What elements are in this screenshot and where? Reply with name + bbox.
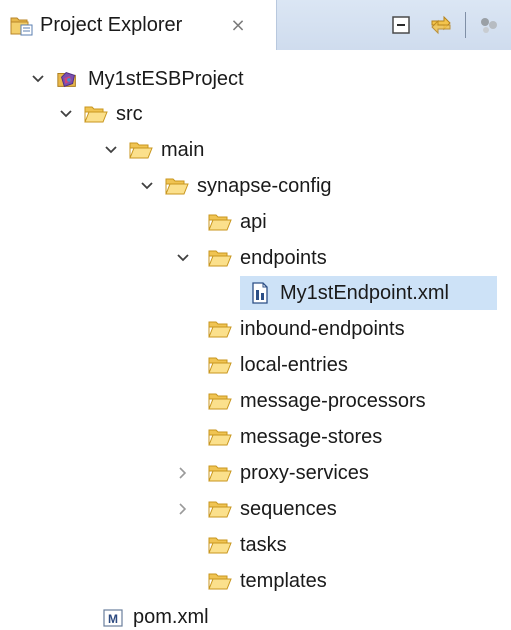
folder-open-icon: [208, 534, 232, 556]
folder-open-icon: [208, 426, 232, 448]
folder-open-icon: [84, 103, 108, 125]
folder-open-icon: [208, 247, 232, 269]
chevron-right-icon[interactable]: [173, 463, 193, 483]
chevron-right-icon[interactable]: [173, 499, 193, 519]
tree-item-message-processors[interactable]: message-processors: [208, 384, 426, 418]
tree-item-synapse-config[interactable]: synapse-config: [137, 169, 332, 203]
tree-item-templates[interactable]: templates: [208, 564, 327, 598]
tree-item-endpoints[interactable]: endpoints: [173, 241, 327, 275]
tree-item-sequences[interactable]: sequences: [173, 492, 337, 526]
folder-open-icon: [208, 390, 232, 412]
folder-open-icon: [208, 462, 232, 484]
tree-item-tasks[interactable]: tasks: [208, 528, 287, 562]
tree-item-label: src: [116, 103, 143, 125]
tab-project-explorer[interactable]: Project Explorer ⨯: [0, 0, 276, 50]
tree-item-my1stendpoint-xml[interactable]: My1stEndpoint.xml: [240, 276, 497, 310]
folder-open-icon: [208, 354, 232, 376]
tree-item-label: My1stESBProject: [88, 68, 244, 90]
collapse-all-icon[interactable]: [387, 11, 415, 39]
tree-item-label: message-processors: [240, 390, 426, 412]
tree-item-label: message-stores: [240, 426, 383, 448]
tree-item-src[interactable]: src: [56, 97, 143, 131]
tree-item-label: local-entries: [240, 354, 348, 376]
tree-item-message-stores[interactable]: message-stores: [208, 420, 382, 454]
tree-item-label: endpoints: [240, 247, 327, 269]
tree-item-project[interactable]: My1stESBProject: [28, 62, 244, 96]
tree-item-api[interactable]: api: [208, 205, 267, 239]
tree-item-pom-xml[interactable]: M pom.xml: [101, 600, 209, 630]
link-with-editor-icon[interactable]: [427, 11, 455, 39]
folder-open-icon: [129, 139, 153, 161]
tree-item-label: inbound-endpoints: [240, 318, 405, 340]
tree-item-inbound-endpoints[interactable]: inbound-endpoints: [208, 312, 405, 346]
tree-item-label: My1stEndpoint.xml: [280, 282, 449, 304]
view-menu-icon[interactable]: [477, 11, 511, 39]
endpoint-file-icon: [248, 282, 272, 304]
esb-project-icon: [56, 68, 80, 90]
tree-item-label: templates: [240, 570, 327, 592]
close-icon[interactable]: ⨯: [226, 12, 250, 38]
view-toolbar: [276, 0, 511, 50]
view-title: Project Explorer: [40, 14, 183, 36]
chevron-down-icon[interactable]: [173, 248, 193, 268]
chevron-down-icon[interactable]: [137, 176, 157, 196]
tree-item-label: pom.xml: [133, 606, 209, 628]
tree-item-label: main: [161, 139, 205, 161]
folder-open-icon: [208, 318, 232, 340]
tree-item-proxy-services[interactable]: proxy-services: [173, 456, 369, 490]
folder-open-icon: [165, 175, 189, 197]
toolbar-separator: [465, 12, 466, 38]
project-explorer-icon: [10, 15, 34, 37]
svg-text:M: M: [108, 612, 118, 626]
tree-item-label: tasks: [240, 534, 287, 556]
tree-item-local-entries[interactable]: local-entries: [208, 348, 348, 382]
folder-open-icon: [208, 211, 232, 233]
chevron-down-icon[interactable]: [56, 104, 76, 124]
tree-item-label: sequences: [240, 498, 337, 520]
tree-item-label: api: [240, 211, 267, 233]
tree-item-label: proxy-services: [240, 462, 369, 484]
maven-pom-icon: M: [101, 606, 125, 628]
tree-item-main[interactable]: main: [101, 133, 204, 167]
tree-item-label: synapse-config: [197, 175, 332, 197]
project-explorer-view-header: Project Explorer ⨯: [0, 0, 511, 50]
folder-open-icon: [208, 570, 232, 592]
folder-open-icon: [208, 498, 232, 520]
chevron-down-icon[interactable]: [101, 140, 121, 160]
chevron-down-icon[interactable]: [28, 69, 48, 89]
